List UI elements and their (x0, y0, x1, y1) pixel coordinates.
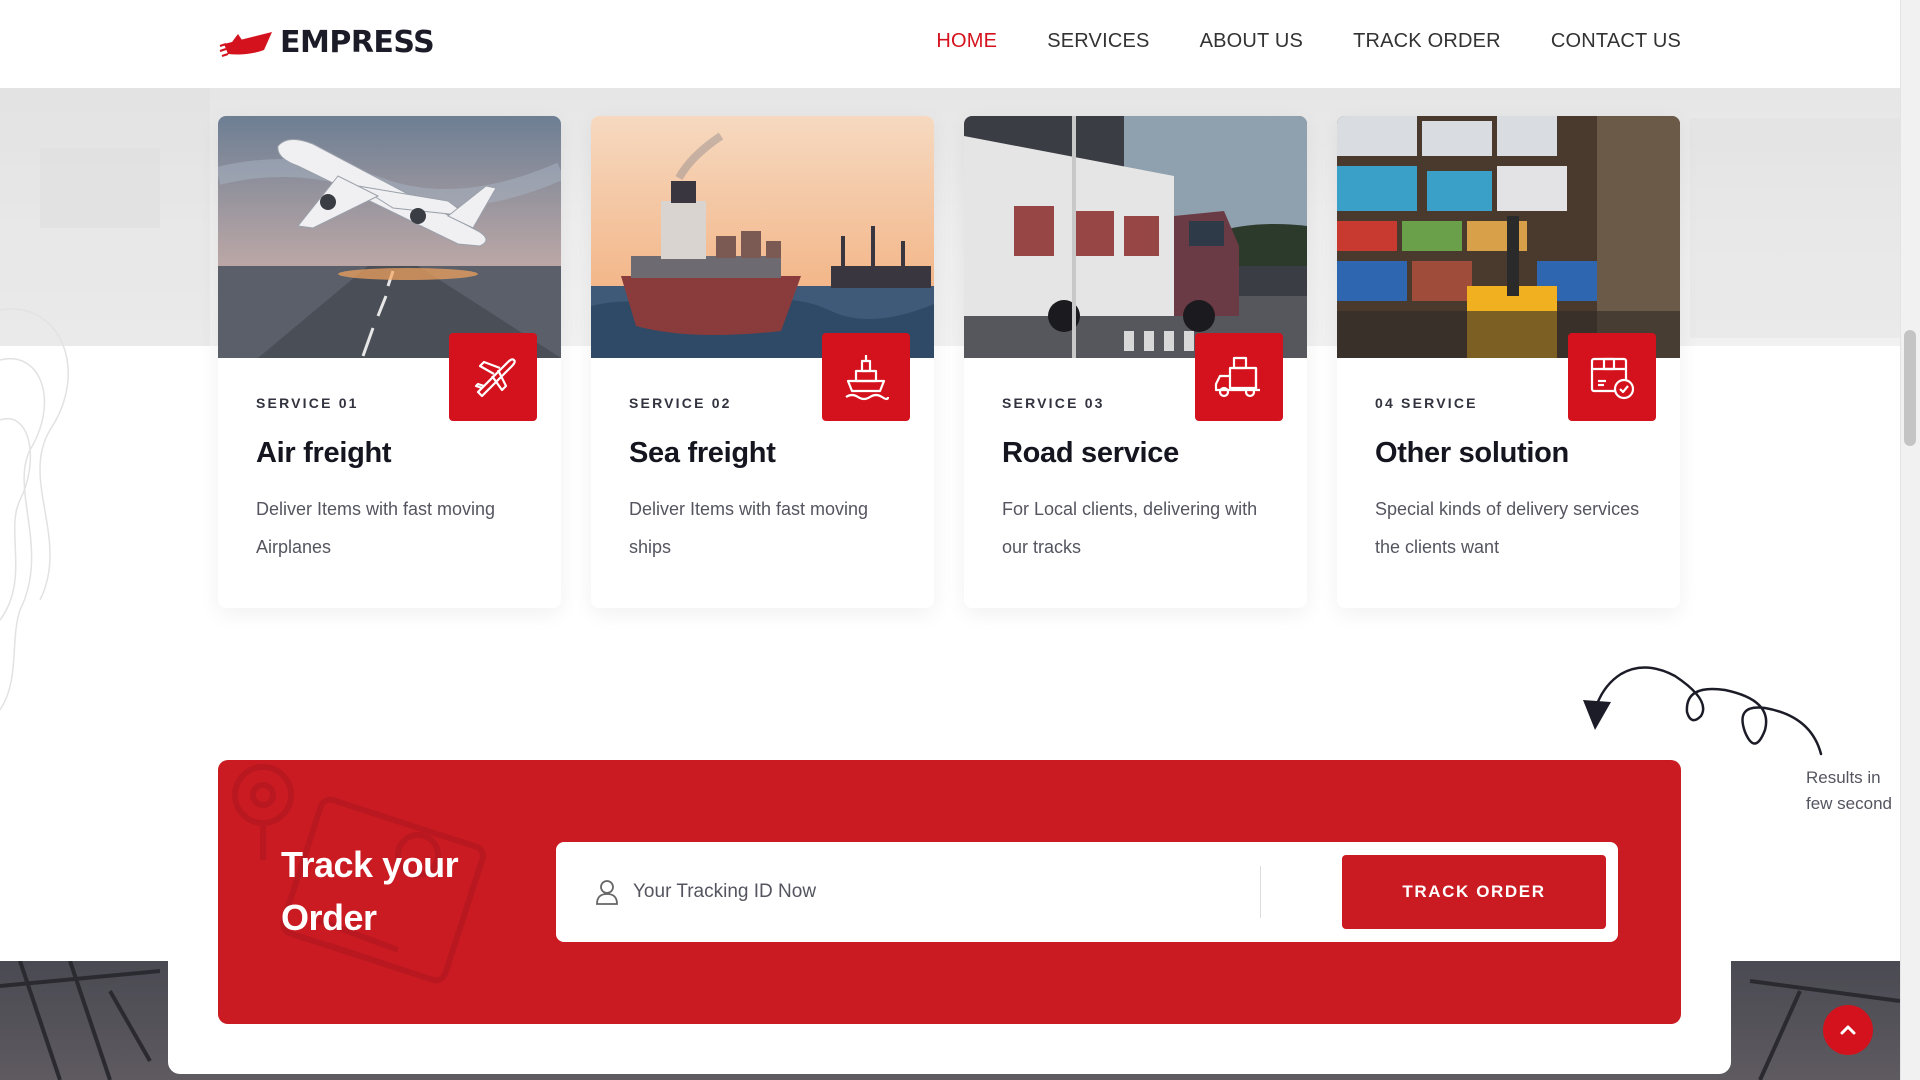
delivery-box-icon (1568, 333, 1656, 421)
back-to-top-button[interactable] (1823, 1005, 1873, 1055)
service-tag: SERVICE 03 (1002, 395, 1105, 411)
logo-text: EMPRESS (280, 24, 435, 60)
service-tag: SERVICE 01 (256, 395, 359, 411)
annotation-line: Results in (1806, 768, 1881, 787)
ship-photo (591, 116, 934, 358)
user-icon (596, 880, 618, 905)
page-scrollbar[interactable] (1900, 0, 1920, 1080)
nav-about-us[interactable]: ABOUT US (1200, 30, 1303, 53)
airplane-icon (449, 333, 537, 421)
service-description: For Local clients, delivering with our t… (1002, 499, 1258, 557)
service-title: Air freight (256, 437, 392, 469)
service-description: Deliver Items with fast moving Airplanes (256, 499, 496, 557)
track-title: Track your Order (281, 844, 459, 938)
ship-logo-icon (219, 32, 272, 57)
service-title: Sea freight (629, 437, 776, 469)
scrollbar-thumb[interactable] (1904, 330, 1916, 446)
chevron-up-icon (1840, 1025, 1856, 1035)
service-description: Special kinds of delivery services the c… (1375, 499, 1640, 557)
nav-services[interactable]: SERVICES (1047, 30, 1149, 53)
service-tag: 04 SERVICE (1375, 395, 1478, 411)
service-tag: SERVICE 02 (629, 395, 732, 411)
track-order-section: Track your Order TRACK ORDER (218, 760, 1681, 1024)
truck-photo (964, 116, 1307, 358)
curly-arrow-icon (1583, 666, 1823, 756)
track-order-button[interactable]: TRACK ORDER (1342, 855, 1606, 929)
divider (1260, 866, 1261, 918)
service-card-other[interactable]: 04 SERVICE Other solution Special kinds … (1337, 116, 1680, 608)
service-title: Road service (1002, 437, 1179, 469)
service-card-sea[interactable]: SERVICE 02 Sea freight Deliver Items wit… (591, 116, 934, 608)
annotation-line: few second (1806, 794, 1892, 813)
tracking-id-input[interactable] (633, 864, 1133, 920)
service-card-road[interactable]: SERVICE 03 Road service For Local client… (964, 116, 1307, 608)
main-nav: HOME SERVICES ABOUT US TRACK ORDER CONTA… (936, 30, 1681, 53)
annotation-text: Results in few second (1806, 765, 1906, 817)
airplane-photo (218, 116, 561, 358)
logo[interactable]: EMPRESS (218, 24, 435, 60)
nav-contact-us[interactable]: CONTACT US (1551, 30, 1681, 53)
contour-lines-decoration (0, 308, 69, 711)
truck-icon (1195, 333, 1283, 421)
service-title: Other solution (1375, 437, 1569, 469)
warehouse-photo (1337, 116, 1680, 358)
nav-track-order[interactable]: TRACK ORDER (1353, 30, 1501, 53)
nav-home[interactable]: HOME (936, 30, 997, 53)
site-header: EMPRESS HOME SERVICES ABOUT US TRACK ORD… (0, 0, 1900, 88)
ship-icon (822, 333, 910, 421)
service-card-air[interactable]: SERVICE 01 Air freight Deliver Items wit… (218, 116, 561, 608)
track-form: TRACK ORDER (556, 842, 1618, 942)
service-description: Deliver Items with fast moving ships (629, 499, 869, 557)
